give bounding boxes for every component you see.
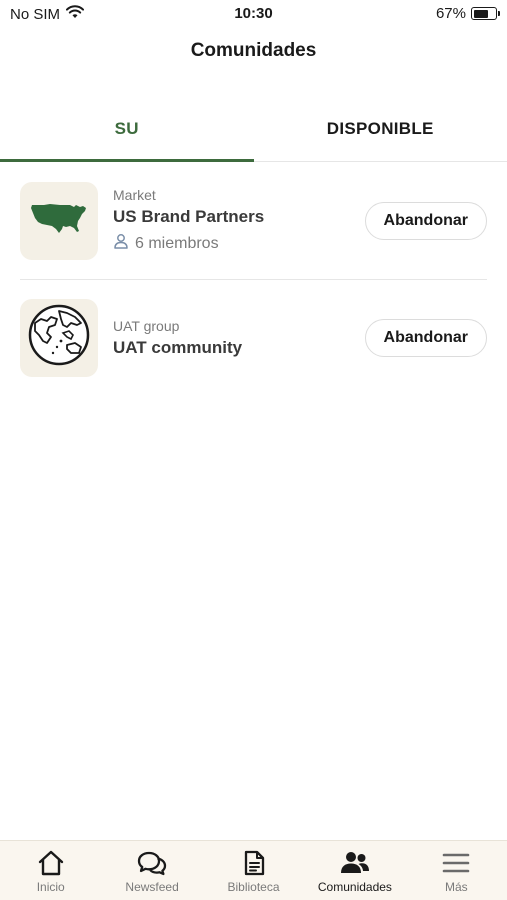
bottom-nav: Inicio Newsfeed Biblioteca Comunidades M… <box>0 840 507 900</box>
community-type: UAT group <box>113 317 180 334</box>
leave-community-button[interactable]: Abandonar <box>364 318 487 357</box>
community-info: UAT group UAT community <box>113 318 242 358</box>
nav-item-biblioteca[interactable]: Biblioteca <box>203 841 304 900</box>
battery-icon <box>471 7 500 20</box>
home-icon <box>37 850 65 876</box>
community-name: US Brand Partners <box>113 207 265 226</box>
tab-disponible[interactable]: DISPONIBLE <box>254 96 507 161</box>
leave-community-button[interactable]: Abandonar <box>364 201 487 240</box>
tab-su-label: SU <box>114 118 139 138</box>
person-icon <box>113 233 129 254</box>
nav-item-mas[interactable]: Más <box>406 841 507 900</box>
community-row[interactable]: UAT group UAT community Abandonar <box>0 279 507 396</box>
community-list: Market US Brand Partners 6 miembros Aban… <box>0 162 507 396</box>
battery-percent: 67% <box>435 5 466 22</box>
tab-su[interactable]: SU <box>0 96 254 162</box>
nav-label: Comunidades <box>317 880 392 894</box>
tab-disponible-label: DISPONIBLE <box>326 118 434 138</box>
community-info: Market US Brand Partners 6 miembros <box>113 187 264 254</box>
row-divider <box>20 279 487 280</box>
page-title: Comunidades <box>190 40 317 61</box>
community-thumbnail <box>20 298 98 377</box>
nav-label: Biblioteca <box>227 880 280 894</box>
nav-label: Inicio <box>36 880 65 894</box>
status-right: 67% <box>435 5 500 22</box>
people-icon <box>340 850 370 876</box>
globe-icon <box>27 303 91 372</box>
community-name: UAT community <box>113 337 243 357</box>
members-count: 6 miembros <box>135 234 219 252</box>
community-members: 6 miembros <box>113 233 264 254</box>
chat-bubbles-icon <box>137 850 167 876</box>
status-time: 10:30 <box>234 5 273 22</box>
nav-item-inicio[interactable]: Inicio <box>0 841 101 900</box>
nav-label: Newsfeed <box>125 880 179 894</box>
battery-fill <box>473 9 488 18</box>
document-icon <box>243 850 265 876</box>
community-thumbnail <box>20 181 98 260</box>
status-bar: No SIM 10:30 67% <box>0 0 507 28</box>
tab-bar: SU DISPONIBLE <box>0 96 507 162</box>
nav-item-comunidades[interactable]: Comunidades <box>304 841 405 900</box>
nav-label: Más <box>444 880 468 894</box>
nav-item-newsfeed[interactable]: Newsfeed <box>101 841 202 900</box>
menu-icon <box>442 850 470 876</box>
community-type: Market <box>113 187 156 203</box>
us-map-icon <box>30 202 88 239</box>
community-row[interactable]: Market US Brand Partners 6 miembros Aban… <box>0 162 507 279</box>
